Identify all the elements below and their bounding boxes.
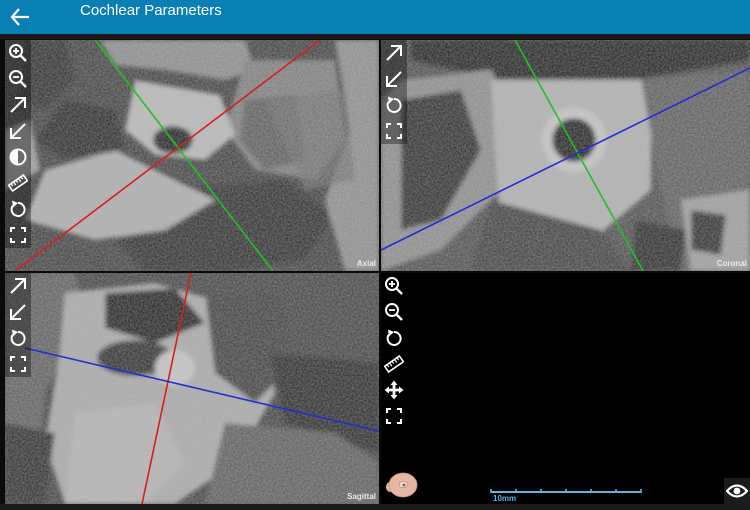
divider: [0, 34, 750, 39]
coronal-fullscreen-button[interactable]: [381, 118, 407, 144]
eye-icon: [726, 484, 748, 498]
coronal-label: Coronal: [716, 259, 747, 268]
axial-rotate-button[interactable]: [5, 196, 31, 222]
sagittal-viewport[interactable]: Sagittal: [5, 273, 379, 504]
arrow-left-icon: [10, 8, 29, 26]
sagittal-arrow-down-left-button[interactable]: [5, 299, 31, 325]
axial-zoom-in-button[interactable]: [5, 40, 31, 66]
3d-rotate-button[interactable]: [381, 325, 407, 351]
arrow-up-right-icon: [8, 95, 28, 115]
axial-label: Axial: [356, 259, 376, 268]
arrow-down-left-icon: [8, 121, 28, 141]
3d-toolbar: [381, 273, 407, 429]
axial-viewport[interactable]: Axial: [5, 40, 379, 271]
rotate-icon: [384, 328, 404, 348]
head-orientation-icon[interactable]: [381, 469, 421, 501]
3d-move-button[interactable]: [381, 377, 407, 403]
sagittal-arrow-up-right-button[interactable]: [5, 273, 31, 299]
axial-fullscreen-button[interactable]: [5, 222, 31, 248]
axial-arrow-down-left-button[interactable]: [5, 118, 31, 144]
ruler-icon: [8, 173, 28, 193]
rotate-icon: [8, 199, 28, 219]
back-button[interactable]: [0, 0, 40, 34]
arrow-up-right-icon: [8, 276, 28, 296]
3d-zoom-out-button[interactable]: [381, 299, 407, 325]
axial-ct-image: [5, 40, 379, 271]
arrow-down-left-icon: [8, 302, 28, 322]
sagittal-rotate-button[interactable]: [5, 325, 31, 351]
coronal-toolbar: [381, 40, 407, 144]
zoom-in-icon: [8, 43, 28, 63]
3d-ruler-button[interactable]: [381, 351, 407, 377]
move-icon: [384, 380, 404, 400]
coronal-ct-image: [381, 40, 750, 271]
coronal-viewport[interactable]: Coronal: [381, 40, 750, 271]
sagittal-toolbar: [5, 273, 31, 377]
app-bar: Cochlear Parameters: [0, 0, 750, 34]
fullscreen-icon: [384, 121, 404, 141]
rotate-icon: [384, 95, 404, 115]
sagittal-label: Sagittal: [347, 492, 376, 501]
contrast-icon: [8, 147, 28, 167]
ruler-icon: [384, 354, 404, 374]
axial-zoom-out-button[interactable]: [5, 66, 31, 92]
fullscreen-icon: [8, 354, 28, 374]
fullscreen-icon: [384, 406, 404, 426]
arrow-up-right-icon: [384, 43, 404, 63]
bottom-bar: [0, 504, 750, 510]
visibility-toggle-button[interactable]: [724, 478, 750, 504]
3d-fullscreen-button[interactable]: [381, 403, 407, 429]
3d-viewport[interactable]: 10mm: [381, 273, 750, 504]
coronal-arrow-up-right-button[interactable]: [381, 40, 407, 66]
sagittal-fullscreen-button[interactable]: [5, 351, 31, 377]
zoom-out-icon: [8, 69, 28, 89]
zoom-out-icon: [384, 302, 404, 322]
axial-ruler-button[interactable]: [5, 170, 31, 196]
coronal-arrow-down-left-button[interactable]: [381, 66, 407, 92]
scale-label: 10mm: [493, 494, 517, 503]
axial-arrow-up-right-button[interactable]: [5, 92, 31, 118]
page-title: Cochlear Parameters: [80, 2, 222, 19]
sagittal-ct-image: [5, 273, 379, 504]
axial-toolbar: [5, 40, 31, 248]
axial-contrast-button[interactable]: [5, 144, 31, 170]
rotate-icon: [8, 328, 28, 348]
fullscreen-icon: [8, 225, 28, 245]
arrow-down-left-icon: [384, 69, 404, 89]
3d-zoom-in-button[interactable]: [381, 273, 407, 299]
coronal-rotate-button[interactable]: [381, 92, 407, 118]
zoom-in-icon: [384, 276, 404, 296]
